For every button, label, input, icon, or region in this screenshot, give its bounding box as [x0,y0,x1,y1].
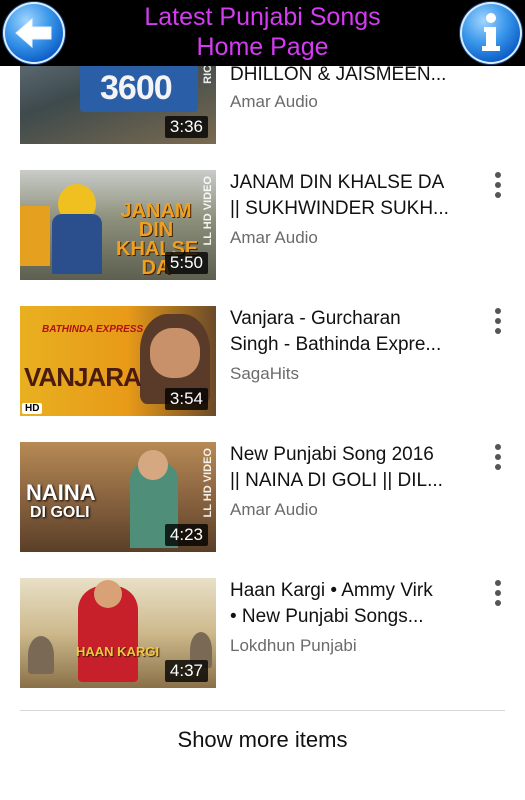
video-thumbnail[interactable]: HAAN KARGI 4:37 [20,578,216,688]
more-options-icon[interactable] [490,444,506,472]
video-channel[interactable]: Amar Audio [230,500,318,520]
video-title[interactable]: New Punjabi Song 2016 || NAINA DI GOLI |… [230,442,468,494]
video-duration: 3:36 [164,116,208,138]
thumbnail-side-label: LL HD VIDEO [202,176,214,246]
video-item[interactable]: NAINA DI GOLI LL HD VIDEO 4:23 New Punja… [0,442,525,554]
video-item[interactable]: JANAM DIN KHALSE DA LL HD VIDEO 5:50 JAN… [0,170,525,282]
video-title[interactable]: JANAM DIN KHALSE DA || SUKHWINDER SUKH..… [230,170,468,222]
thumbnail-subcaption: BATHINDA EXPRESS [42,324,144,335]
hd-badge: HD [22,403,43,414]
video-channel[interactable]: SagaHits [230,364,299,384]
info-icon [482,13,500,51]
thumbnail-subcaption: DI GOLI [30,504,90,521]
thumbnail-caption: 3600 [100,69,173,107]
page-title: Latest Punjabi Songs Home Page [90,2,435,62]
info-button[interactable] [460,2,522,64]
video-item[interactable]: BATHINDA EXPRESS VANJARA HD 3:54 Vanjara… [0,306,525,418]
back-arrow-icon [15,17,52,49]
video-item[interactable]: HAAN KARGI 4:37 Haan Kargi • Ammy Virk •… [0,578,525,690]
show-more-button[interactable]: Show more items [0,727,525,753]
page-title-line1: Latest Punjabi Songs [144,3,381,31]
more-options-icon[interactable] [490,308,506,336]
app-header: Latest Punjabi Songs Home Page [0,0,525,66]
thumbnail-caption: HAAN KARGI [76,644,160,659]
video-channel[interactable]: Amar Audio [230,228,318,248]
video-duration: 5:50 [164,252,208,274]
video-duration: 4:23 [164,524,208,546]
video-duration: 3:54 [164,388,208,410]
back-button[interactable] [3,2,65,64]
more-options-icon[interactable] [490,172,506,200]
video-thumbnail[interactable]: NAINA DI GOLI LL HD VIDEO 4:23 [20,442,216,552]
more-options-icon[interactable] [490,580,506,608]
page-title-line2: Home Page [196,33,329,61]
video-title[interactable]: Vanjara - Gurcharan Singh - Bathinda Exp… [230,306,468,358]
thumbnail-caption: VANJARA [24,362,142,392]
thumbnail-side-label: LL HD VIDEO [202,448,214,518]
video-thumbnail[interactable]: JANAM DIN KHALSE DA LL HD VIDEO 5:50 [20,170,216,280]
thumbnail-caption: NAINA [26,480,96,505]
video-thumbnail[interactable]: BATHINDA EXPRESS VANJARA HD 3:54 [20,306,216,416]
video-channel[interactable]: Lokdhun Punjabi [230,636,357,656]
video-channel[interactable]: Amar Audio [230,92,318,112]
video-duration: 4:37 [164,660,208,682]
video-title[interactable]: Haan Kargi • Ammy Virk • New Punjabi Son… [230,578,468,630]
list-divider [20,710,505,711]
